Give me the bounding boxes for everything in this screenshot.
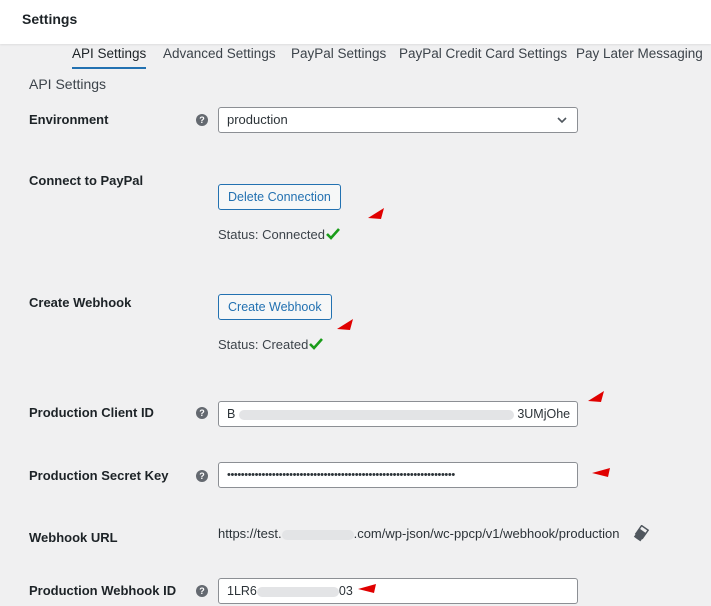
connect-paypal-label: Connect to PayPal bbox=[29, 173, 144, 188]
client-id-help-icon[interactable]: ? bbox=[196, 407, 208, 419]
secret-key-label: Production Secret Key bbox=[29, 468, 169, 483]
tab-pay-later-messaging[interactable]: Pay Later Messaging bbox=[576, 46, 703, 67]
redacted-text bbox=[281, 529, 354, 540]
top-bar: Settings bbox=[0, 0, 711, 44]
redacted-text bbox=[238, 409, 514, 420]
tab-paypal-credit-card-settings[interactable]: PayPal Credit Card Settings bbox=[399, 46, 567, 67]
webhook-url-prefix: https://test. bbox=[218, 526, 282, 541]
webhook-url-label: Webhook URL bbox=[29, 530, 118, 545]
client-id-label: Production Client ID bbox=[29, 405, 154, 420]
webhook-id-label: Production Webhook ID bbox=[29, 583, 177, 598]
environment-label: Environment bbox=[29, 112, 109, 127]
webhook-url-suffix: .com/wp-json/wc-ppcp/v1/webhook/producti… bbox=[353, 526, 620, 541]
webhook-id-prefix: 1LR6 bbox=[227, 584, 257, 598]
check-icon bbox=[326, 228, 340, 240]
section-title: API Settings bbox=[29, 76, 107, 92]
connection-status: Status: Connected bbox=[218, 227, 325, 242]
annotation-arrow-icon bbox=[337, 319, 353, 330]
annotation-arrow-icon bbox=[588, 391, 604, 402]
client-id-suffix: 3UMjOhe bbox=[517, 407, 571, 421]
secret-key-help-icon[interactable]: ? bbox=[196, 470, 208, 482]
webhook-id-input[interactable]: 1LR6 03 bbox=[218, 578, 578, 604]
webhook-id-suffix: 03 bbox=[338, 584, 353, 598]
environment-help-icon[interactable]: ? bbox=[196, 114, 208, 126]
client-id-prefix: B bbox=[227, 407, 236, 421]
annotation-arrow-icon bbox=[592, 468, 610, 477]
webhook-url-value: https://test. .com/wp-json/wc-ppcp/v1/web… bbox=[218, 526, 620, 541]
environment-select[interactable]: production bbox=[218, 107, 578, 133]
annotation-arrow-icon bbox=[358, 584, 376, 593]
delete-connection-button[interactable]: Delete Connection bbox=[218, 184, 341, 210]
webhook-status: Status: Created bbox=[218, 337, 309, 352]
redacted-text bbox=[256, 586, 339, 597]
tab-api-settings[interactable]: API Settings bbox=[72, 46, 147, 69]
copy-icon[interactable] bbox=[633, 525, 650, 542]
secret-key-input[interactable]: ••••••••••••••••••••••••••••••••••••••••… bbox=[218, 462, 578, 488]
client-id-input[interactable]: B 3UMjOhe bbox=[218, 401, 578, 427]
page-title: Settings bbox=[22, 11, 78, 27]
webhook-id-help-icon[interactable]: ? bbox=[196, 585, 208, 597]
create-webhook-label: Create Webhook bbox=[29, 295, 132, 310]
tab-paypal-settings[interactable]: PayPal Settings bbox=[291, 46, 386, 67]
create-webhook-button[interactable]: Create Webhook bbox=[218, 294, 332, 320]
annotation-arrow-icon bbox=[368, 208, 384, 219]
tab-advanced-settings[interactable]: Advanced Settings bbox=[163, 46, 276, 67]
chevron-down-icon bbox=[557, 117, 567, 124]
environment-select-value: production bbox=[227, 112, 288, 127]
settings-tabs: API Settings Advanced Settings PayPal Se… bbox=[0, 44, 711, 72]
check-icon bbox=[309, 338, 323, 350]
